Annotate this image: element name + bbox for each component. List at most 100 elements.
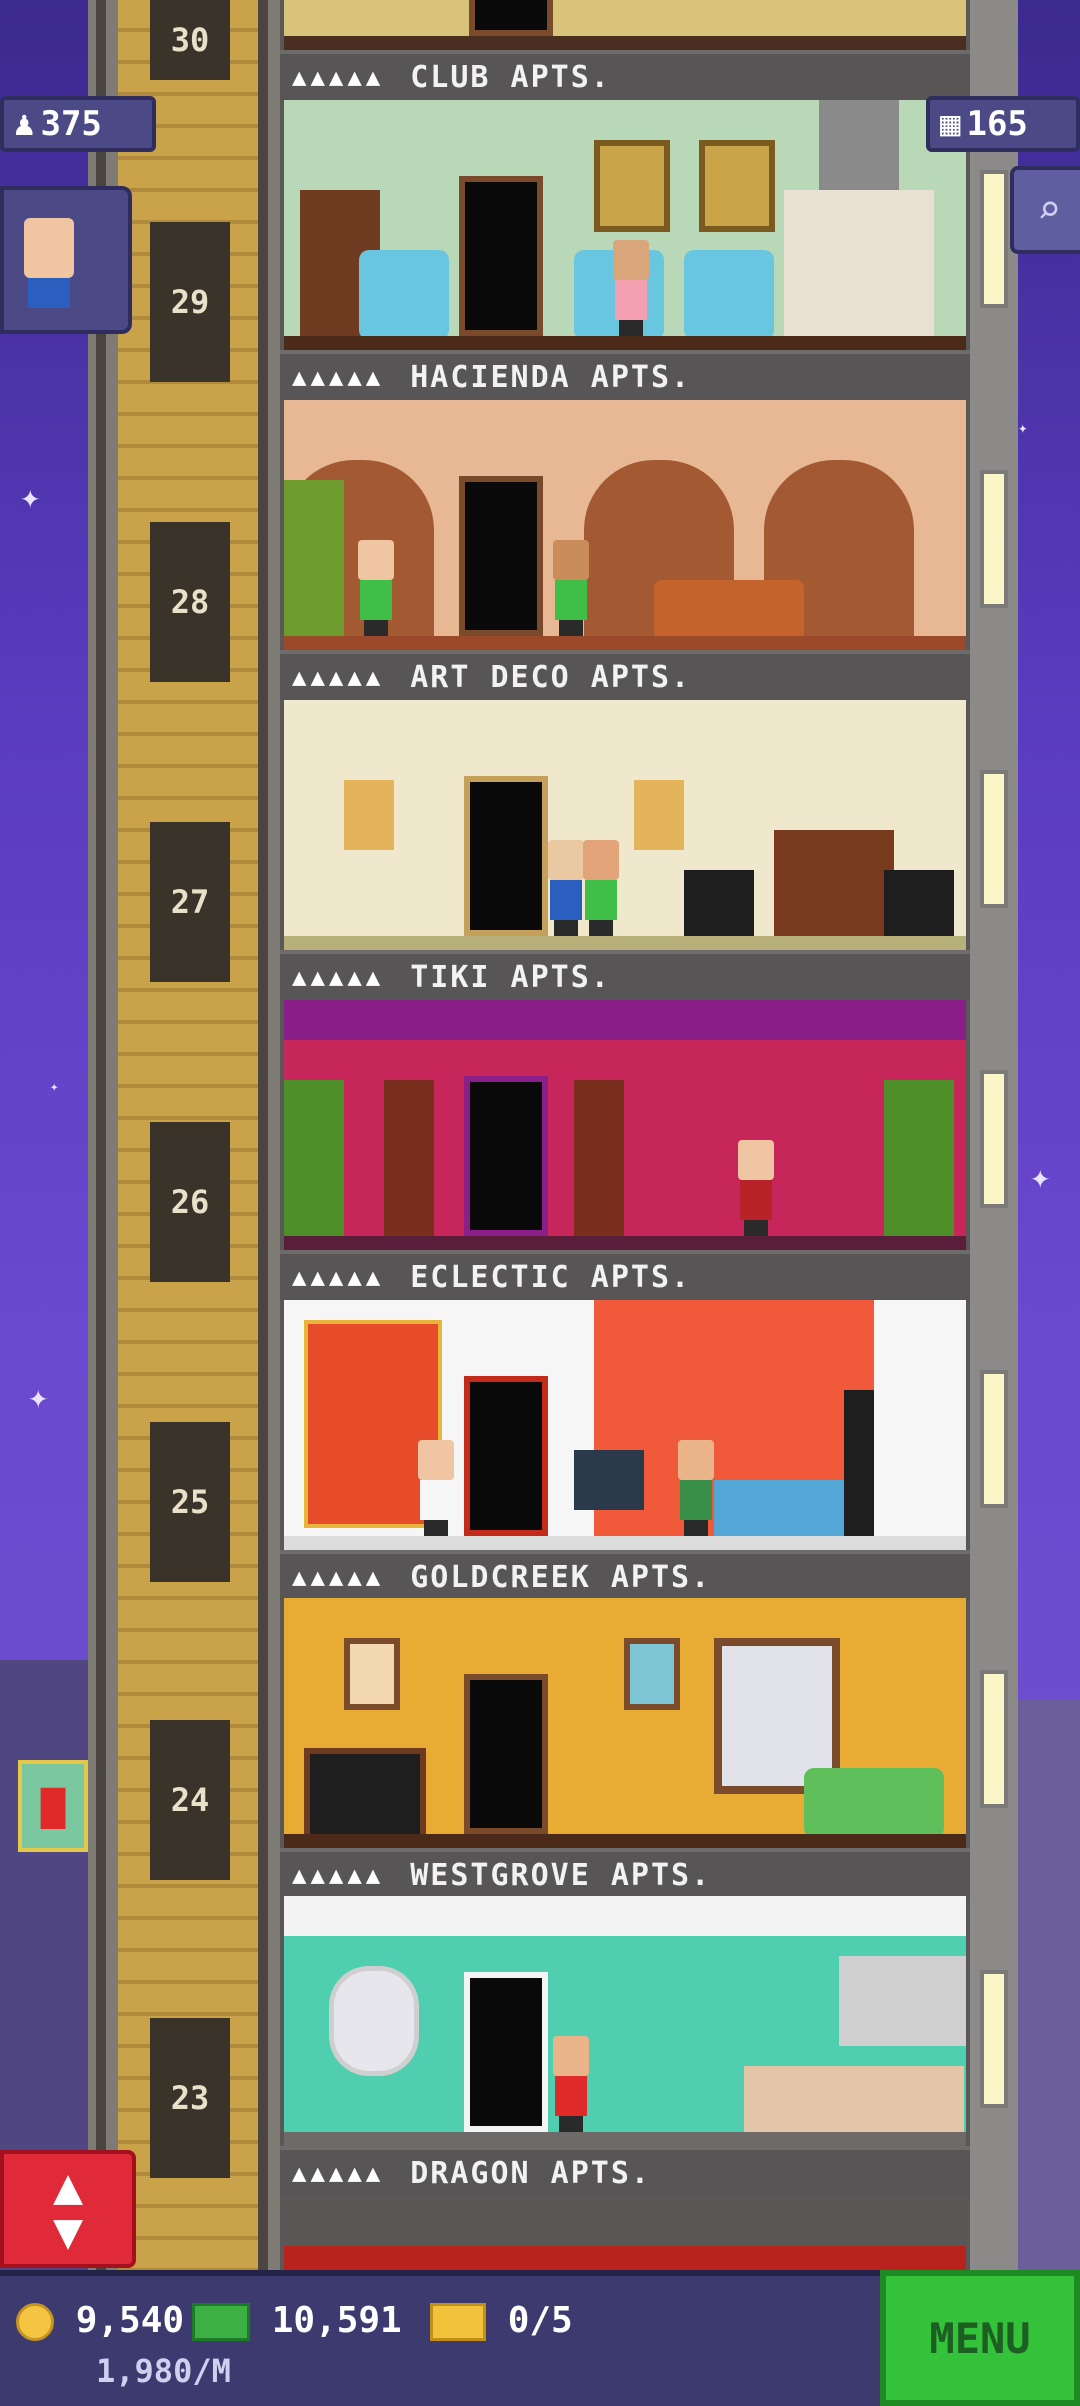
background-building bbox=[1015, 1700, 1080, 2280]
room-hacienda-arch bbox=[284, 400, 966, 650]
floor-number-30[interactable]: 30 bbox=[150, 0, 230, 80]
floor-name: HACIENDA APTS. bbox=[410, 359, 692, 395]
door bbox=[459, 176, 543, 336]
bux-counter[interactable]: 10,591 bbox=[192, 2300, 402, 2341]
resident[interactable] bbox=[414, 1440, 458, 1536]
floor-number-27[interactable]: 27 bbox=[150, 822, 230, 982]
door bbox=[464, 1076, 548, 1236]
star-decoration: ✦ bbox=[28, 1377, 49, 1417]
picture-frame bbox=[699, 140, 775, 232]
sofa bbox=[804, 1768, 944, 1838]
floor-label: ▲▲▲▲▲ HACIENDA APTS. bbox=[280, 350, 970, 400]
coins-value: 9,540 bbox=[75, 2300, 185, 2341]
armchair bbox=[359, 250, 449, 340]
resident[interactable] bbox=[549, 2036, 593, 2132]
resident[interactable] bbox=[734, 1140, 778, 1236]
floor-number-28[interactable]: 28 bbox=[150, 522, 230, 682]
room-hacienda bbox=[284, 100, 966, 350]
ceiling bbox=[284, 1896, 966, 1936]
floor-30[interactable]: ▲▲▲▲▲ CLUB APTS. bbox=[280, 0, 970, 100]
floor-name: CLUB APTS. bbox=[410, 59, 611, 95]
floor-number-26[interactable]: 26 bbox=[150, 1122, 230, 1282]
room-floor bbox=[284, 2132, 966, 2146]
door bbox=[464, 1972, 548, 2132]
resident[interactable] bbox=[609, 240, 653, 336]
floor-26[interactable]: ▲▲▲▲▲ ECLECTIC APTS. bbox=[280, 1000, 970, 1300]
promo-button[interactable]: ▇ bbox=[18, 1760, 88, 1852]
resident[interactable] bbox=[579, 840, 623, 936]
bux-value: 10,591 bbox=[271, 2300, 402, 2341]
floor-28[interactable]: ▲▲▲▲▲ ART DECO APTS. bbox=[280, 400, 970, 700]
wall-lamp bbox=[344, 780, 394, 850]
plant bbox=[284, 480, 344, 640]
elevator-button[interactable]: ▲ ▼ bbox=[0, 2150, 136, 2268]
floor-number-label: 23 bbox=[170, 2079, 210, 2117]
curtain-valance bbox=[284, 1000, 966, 1040]
room-floor bbox=[284, 36, 966, 50]
shaft-bar bbox=[258, 0, 268, 2280]
pillar-light bbox=[980, 170, 1008, 308]
floor-number-label: 30 bbox=[170, 21, 210, 59]
vip-portrait-button[interactable] bbox=[0, 186, 132, 334]
picture-frame bbox=[594, 140, 670, 232]
population-value: 375 bbox=[40, 104, 102, 144]
people-indicator: ▲▲▲▲▲ bbox=[292, 963, 385, 991]
floor-24[interactable]: ▲▲▲▲▲ WESTGROVE APTS. bbox=[280, 1598, 970, 1898]
floor-lamp bbox=[844, 1390, 874, 1540]
white-wall bbox=[874, 1300, 966, 1550]
floor-number-29[interactable]: 29 bbox=[150, 222, 230, 382]
room-floor bbox=[284, 336, 966, 350]
floor-label: ▲▲▲▲▲ TIKI APTS. bbox=[280, 950, 970, 1000]
floor-number-label: 29 bbox=[170, 283, 210, 321]
tiki-statue bbox=[384, 1080, 434, 1240]
picture-frame bbox=[344, 1638, 400, 1710]
resident[interactable] bbox=[674, 1440, 718, 1536]
resident[interactable] bbox=[549, 540, 593, 636]
counter bbox=[744, 2066, 964, 2136]
star-decoration: ✦ bbox=[1030, 1157, 1051, 1197]
avatar-body bbox=[28, 278, 70, 308]
floor-label: ▲▲▲▲▲ ART DECO APTS. bbox=[280, 650, 970, 700]
coins-counter[interactable]: 9,540 bbox=[16, 2300, 184, 2341]
floor-23[interactable]: ▲▲▲▲▲ DRAGON APTS. bbox=[280, 1896, 970, 2196]
room-eclectic bbox=[284, 1300, 966, 1550]
coin-icon bbox=[16, 2303, 54, 2341]
search-button[interactable]: ⌕ bbox=[1010, 166, 1080, 254]
floor-name: DRAGON APTS. bbox=[410, 2155, 651, 2191]
floor-name: ECLECTIC APTS. bbox=[410, 1259, 692, 1295]
floor-number-label: 24 bbox=[170, 1781, 210, 1819]
floor-number-24[interactable]: 24 bbox=[150, 1720, 230, 1880]
star-decoration: ✦ bbox=[1018, 418, 1028, 437]
resident[interactable] bbox=[354, 540, 398, 636]
floor-25[interactable]: ▲▲▲▲▲ GOLDCREEK APTS. bbox=[280, 1300, 970, 1600]
floor-label: ▲▲▲▲▲ ECLECTIC APTS. bbox=[280, 1250, 970, 1300]
floor-number-label: 27 bbox=[170, 883, 210, 921]
room-floor bbox=[284, 636, 966, 650]
person-icon: ♟ bbox=[14, 104, 35, 144]
floor-label: ▲▲▲▲▲ CLUB APTS. bbox=[280, 50, 970, 100]
floor-29[interactable]: ▲▲▲▲▲ HACIENDA APTS. bbox=[280, 100, 970, 400]
pillar-light bbox=[980, 1370, 1008, 1508]
building-icon: ▦ bbox=[940, 104, 961, 144]
floor-number-label: 26 bbox=[170, 1183, 210, 1221]
people-indicator: ▲▲▲▲▲ bbox=[292, 363, 385, 391]
tickets-counter[interactable]: 0/5 bbox=[430, 2300, 573, 2341]
floor-number-25[interactable]: 25 bbox=[150, 1422, 230, 1582]
menu-button[interactable]: MENU bbox=[880, 2270, 1080, 2406]
pillar-light bbox=[980, 1070, 1008, 1208]
floor-number-23[interactable]: 23 bbox=[150, 2018, 230, 2178]
door bbox=[464, 1674, 548, 1834]
population-counter[interactable]: ♟ 375 bbox=[0, 96, 156, 152]
star-decoration: ✦ bbox=[50, 1079, 59, 1095]
bux-icon bbox=[192, 2303, 250, 2341]
floors-counter[interactable]: ▦ 165 bbox=[926, 96, 1080, 152]
tv bbox=[574, 1450, 644, 1510]
floor-27[interactable]: ▲▲▲▲▲ TIKI APTS. bbox=[280, 700, 970, 1000]
floors-value: 165 bbox=[966, 104, 1028, 144]
fireplace bbox=[784, 190, 934, 340]
room-floor bbox=[284, 1536, 966, 1550]
star-decoration: ✦ bbox=[20, 477, 41, 517]
armchair bbox=[684, 250, 774, 340]
up-down-arrows-icon: ▲ ▼ bbox=[52, 2157, 84, 2260]
room-westgrove bbox=[284, 1896, 966, 2146]
